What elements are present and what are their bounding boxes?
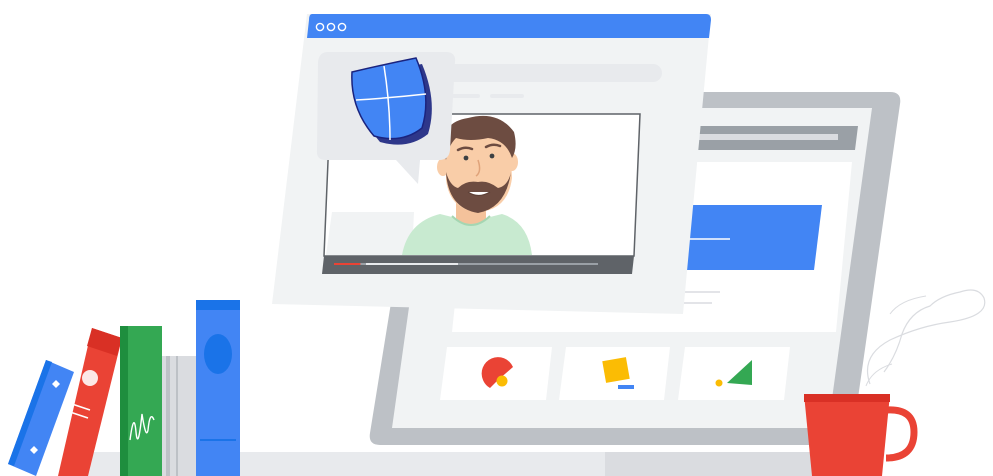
browser-title-bar [307,14,711,38]
book-gray [162,356,200,476]
browser-window [272,14,711,314]
book-green [120,326,162,476]
laptop-address-bar [690,134,838,140]
books [8,300,240,476]
card-3 [678,347,790,400]
book-blue-tall [196,300,240,476]
steam [866,289,986,385]
browser-placeholder-bar [440,64,662,82]
illustration-scene [8,14,986,476]
browser-placeholder-text [452,94,480,98]
browser-placeholder-text [490,94,524,98]
